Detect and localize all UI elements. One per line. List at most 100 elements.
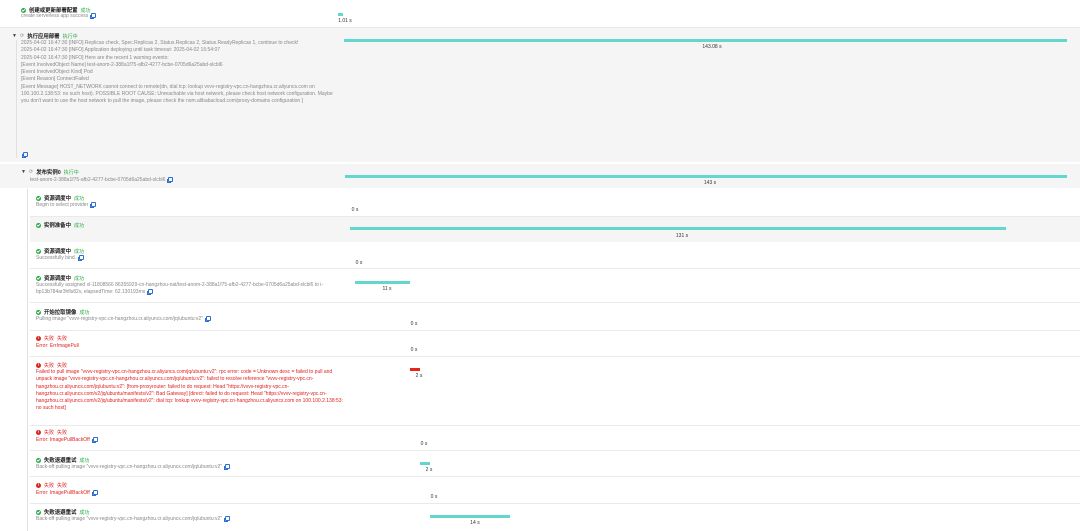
loading-icon: ⟳ [29, 169, 34, 175]
event-message: Error: ImagePullBackOff [36, 490, 98, 497]
divider [30, 330, 1080, 331]
event-title-row: 实例准备中 成功 [36, 221, 84, 229]
copy-icon[interactable] [91, 437, 98, 444]
duration-bar [430, 515, 510, 518]
copy-icon[interactable] [78, 255, 85, 262]
duration-label: 0 s [410, 321, 418, 327]
duration-bar [345, 175, 1067, 178]
event-status: 失败 [57, 336, 68, 342]
event-name: 失败 [44, 363, 55, 369]
event-title-row: 开始拉取镜像 成功 [36, 308, 89, 316]
divider [30, 503, 1080, 504]
divider [30, 425, 1080, 426]
duration-bar [338, 13, 343, 16]
copy-icon[interactable] [167, 177, 174, 184]
event-title-row: 资源调度中 成功 [36, 247, 84, 255]
success-icon [36, 309, 41, 315]
step-status: 执行中 [62, 33, 78, 40]
duration-label: 2 s [415, 373, 423, 379]
duration-label: 0 s [430, 494, 438, 500]
collapse-caret-icon[interactable]: ▼ [12, 33, 17, 39]
event-status: 成功 [73, 195, 84, 202]
event-message: Error: ErrImagePull [36, 343, 79, 349]
event-title-row: 失败 失败 [36, 429, 67, 436]
event-message: Error: ImagePullBackOff [36, 437, 98, 444]
duration-label: 0 s [351, 207, 359, 213]
log-line: [Event InvolvedObject Name] test-anom-2-… [21, 61, 223, 68]
event-status: 成功 [79, 309, 90, 316]
duration-label: 143 s [703, 180, 717, 186]
event-title-row: 失败 失败 [36, 482, 67, 489]
step-name: 发布实例0 [36, 170, 61, 176]
event-title-row: 资源调度中 成功 [36, 194, 84, 202]
event-status: 成功 [79, 509, 90, 516]
duration-bar [420, 462, 430, 465]
duration-label: 143.08 s [702, 44, 722, 50]
error-icon [36, 482, 41, 488]
copy-icon[interactable] [91, 490, 98, 497]
event-status: 成功 [73, 275, 84, 282]
event-status: 失败 [57, 430, 68, 436]
error-icon [36, 362, 41, 368]
log-line: 2025-04-02 16:47:30 [INFO] Application d… [21, 47, 221, 54]
copy-icon[interactable] [147, 289, 154, 296]
duration-bar [350, 227, 1006, 230]
event-status: 成功 [73, 248, 84, 255]
event-status: 失败 [57, 363, 68, 369]
log-line: 2025-04-02 16:47:30 [INFO] Here are the … [21, 54, 169, 61]
event-message: Pulling image "vvvv-registry-vpc.cn-hang… [36, 316, 211, 323]
event-name: 失败 [44, 336, 55, 342]
step-status: 执行中 [63, 169, 79, 176]
log-line: [Event InvolvedObject Kind] Pod [21, 69, 93, 76]
copy-icon[interactable] [90, 13, 97, 20]
event-name: 失败退避重试 [44, 510, 77, 516]
event-message: Successfully bind. [36, 255, 85, 262]
event-message: Back-off pulling image "vvvv-registry-vp… [36, 516, 231, 523]
duration-label: 1.01 s [338, 18, 352, 24]
event-message: Begin to select provider [36, 202, 97, 209]
event-title-row: 失败退避重试 成功 [36, 508, 89, 516]
success-icon [36, 248, 41, 254]
divider [30, 450, 1080, 451]
step-title-row[interactable]: ▼ ⟳ 发布实例0 执行中 [21, 168, 79, 176]
success-icon [21, 7, 26, 13]
event-status: 失败 [57, 483, 68, 489]
success-icon [36, 457, 41, 463]
event-title-row: 失败退避重试 成功 [36, 456, 89, 464]
event-name: 资源调度中 [44, 249, 71, 255]
divider [30, 268, 1080, 269]
event-name: 失败 [44, 483, 55, 489]
loading-icon: ⟳ [20, 33, 25, 39]
log-line: 2025-04-02 16:47:30 [INFO] Replicas chec… [21, 40, 299, 46]
copy-icon[interactable] [224, 516, 231, 523]
step-message: test-anom-2-388a1f75-afb2-4277-bcbe-0705… [30, 177, 174, 184]
duration-bar [410, 368, 420, 371]
duration-label: 0 s [410, 347, 418, 353]
divider [30, 476, 1080, 477]
event-name: 失败退避重试 [44, 458, 77, 464]
duration-label: 131 s [675, 233, 689, 239]
divider [30, 356, 1080, 357]
event-title-row: 失败 失败 [36, 335, 67, 342]
duration-label: 14 s [470, 520, 480, 526]
step-message: create serverless app success [21, 13, 97, 20]
step-title-row[interactable]: ▼ ⟳ 执行应用部署 执行中 [12, 32, 78, 40]
event-name: 实例准备中 [44, 223, 71, 229]
event-name: 资源调度中 [44, 196, 71, 202]
error-icon [36, 429, 41, 435]
duration-bar [344, 39, 1067, 42]
collapse-caret-icon[interactable]: ▼ [21, 169, 26, 175]
event-message: Failed to pull image "vvvv-registry-vpc.… [36, 369, 343, 412]
log-line: [Event Reason] ConnectFailed [21, 76, 89, 83]
copy-icon[interactable] [224, 464, 231, 471]
event-message: Successfully assigned xl-11808566 863559… [36, 282, 324, 296]
tree-line [27, 189, 28, 531]
copy-icon[interactable] [204, 316, 211, 323]
copy-icon[interactable] [22, 152, 28, 158]
log-line: [Event Message] HOST_NETWORK cannot conn… [21, 83, 333, 105]
success-icon [36, 275, 41, 281]
duration-label: 11 s [382, 286, 392, 292]
event-title-row: 失败 失败 [36, 362, 67, 369]
error-icon [36, 335, 41, 341]
copy-icon[interactable] [90, 202, 97, 209]
